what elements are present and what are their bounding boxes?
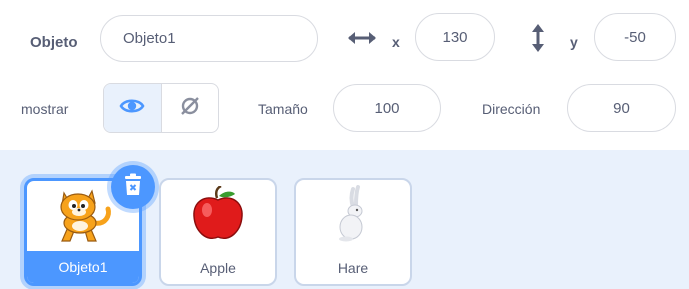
y-label: y <box>570 34 578 50</box>
sprite-card-apple[interactable]: Apple <box>159 178 277 286</box>
trash-icon <box>122 173 144 202</box>
direction-value: 90 <box>613 99 630 117</box>
hide-button[interactable] <box>162 84 219 132</box>
sprite-name-input[interactable]: Objeto1 <box>100 15 318 62</box>
eye-slash-icon <box>177 93 203 124</box>
apple-sprite-icon <box>191 184 245 247</box>
sprite-label: Objeto <box>30 34 78 51</box>
delete-sprite-button[interactable] <box>111 165 155 209</box>
cat-sprite-icon <box>52 183 114 250</box>
sprite-thumbnail <box>161 180 275 252</box>
sprite-card-hare[interactable]: Hare <box>294 178 412 286</box>
direction-input[interactable]: 90 <box>567 84 676 132</box>
x-value: 130 <box>442 28 468 46</box>
hare-sprite-icon <box>333 184 373 248</box>
sprite-info-panel: Objeto Objeto1 x 130 y -50 mostrar Tamañ… <box>0 0 689 150</box>
sprite-thumbnail <box>296 180 410 252</box>
y-value: -50 <box>624 28 646 46</box>
vertical-arrows-icon <box>530 22 546 54</box>
size-label: Tamaño <box>258 101 308 117</box>
show-button[interactable] <box>104 84 162 132</box>
size-value: 100 <box>374 99 400 117</box>
x-label: x <box>392 34 400 50</box>
sprite-name-value: Objeto1 <box>123 30 176 47</box>
visibility-toggle <box>103 83 219 133</box>
direction-label: Dirección <box>482 101 541 117</box>
sprite-card-name: Hare <box>337 260 369 276</box>
y-input[interactable]: -50 <box>594 13 676 61</box>
eye-icon <box>119 96 145 121</box>
sprite-card-name: Objeto1 <box>27 251 139 283</box>
sprite-card-name: Apple <box>200 260 236 276</box>
horizontal-arrows-icon <box>345 28 379 48</box>
show-label: mostrar <box>21 101 69 117</box>
x-input[interactable]: 130 <box>415 13 495 61</box>
size-input[interactable]: 100 <box>333 84 441 132</box>
